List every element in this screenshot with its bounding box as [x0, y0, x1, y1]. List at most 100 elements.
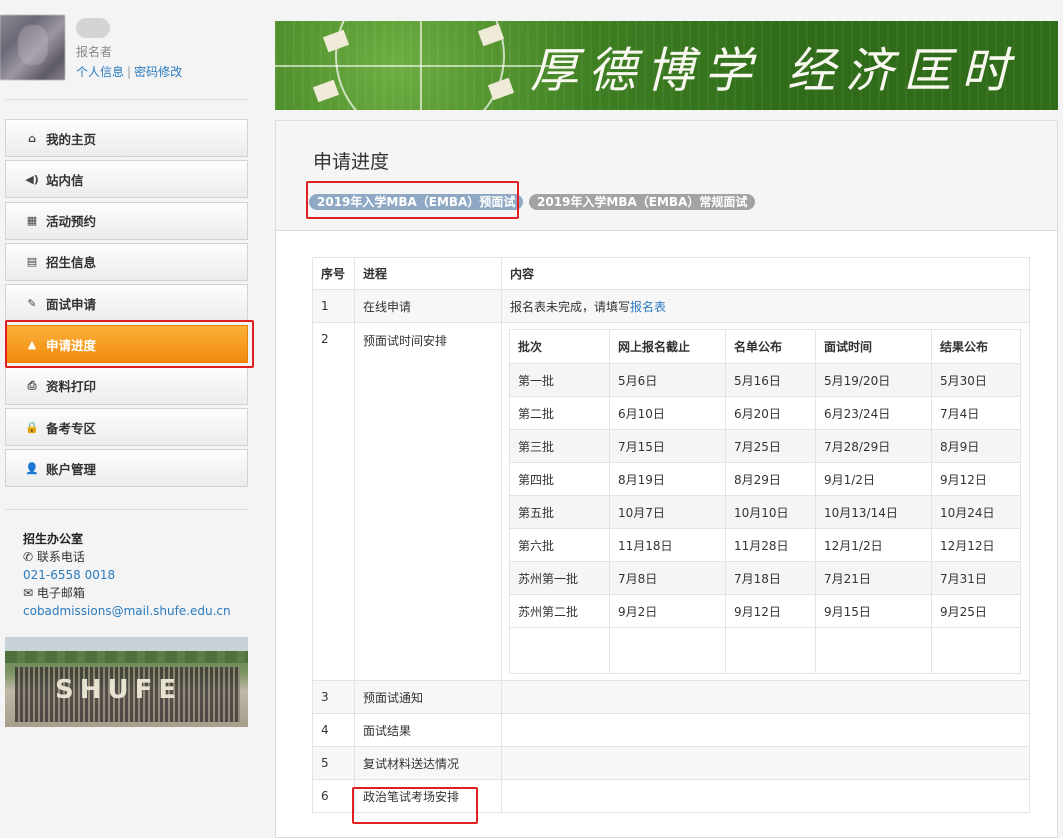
schedule-cell: 7月18日 [725, 561, 816, 595]
schedule-row: 第四批 8月19日 8月29日 9月1/2日 9月12日 [509, 462, 1021, 496]
row-no: 1 [312, 289, 355, 323]
personal-info-link[interactable]: 个人信息 [76, 65, 124, 79]
schedule-col-header: 名单公布 [725, 329, 816, 364]
sidebar-item-0[interactable]: ⌂ 我的主页 [5, 119, 248, 157]
sidebar-item-label: 活动预约 [46, 214, 97, 230]
sidebar-item-5[interactable]: ▲ 申请进度 [5, 325, 248, 364]
schedule-cell: 12月1/2日 [815, 528, 932, 562]
schedule-cell: 9月12日 [931, 462, 1021, 496]
schedule-cell: 第一批 [509, 363, 610, 397]
tab-regular-interview[interactable]: 2019年入学MBA（EMBA）常规面试 [529, 194, 756, 210]
schedule-cell: 6月10日 [609, 396, 726, 430]
row-no: 3 [312, 680, 355, 714]
schedule-cell: 8月29日 [725, 462, 816, 496]
user-profile: 报名者 个人信息 | 密码修改 [0, 15, 255, 85]
sidebar-item-4[interactable]: ✎ 面试申请 [5, 284, 248, 323]
row-content: 报名表未完成，请填写报名表 [501, 289, 1030, 323]
sidebar-item-1[interactable]: ◀) 站内信 [5, 160, 248, 199]
phone-link[interactable]: 021-6558 0018 [23, 568, 115, 582]
sidebar-item-6[interactable]: ⎙ 资料打印 [5, 366, 248, 405]
schedule-cell: 6月23/24日 [815, 396, 932, 430]
avatar[interactable] [0, 15, 65, 80]
schedule-cell: 5月30日 [931, 363, 1021, 397]
schedule-cell: 7月15日 [609, 429, 726, 463]
schedule-cell: 6月20日 [725, 396, 816, 430]
row-content [501, 680, 1030, 714]
home-icon: ⌂ [28, 131, 36, 145]
book-icon: ▤ [26, 255, 38, 269]
sidebar-item-label: 申请进度 [46, 337, 97, 353]
row-content [501, 746, 1030, 780]
username-blurred [76, 18, 110, 38]
schedule-cell: 7月8日 [609, 561, 726, 595]
sidebar-item-label: 面试申请 [46, 296, 97, 312]
row-no: 2 [312, 322, 355, 681]
schedule-cell: 10月24日 [931, 495, 1021, 529]
table-row: 5 复试材料送达情况 [312, 746, 1030, 780]
divider [5, 509, 248, 510]
banner-calligraphy: 厚德博学 经济匡时 [530, 43, 1020, 99]
schedule-col-header: 批次 [509, 329, 610, 364]
progress-table: 序号 进程 内容 1 在线申请 报名表未完成，请填写报名表 2 预面试时间安排 … [312, 257, 1030, 813]
change-password-link[interactable]: 密码修改 [134, 65, 182, 79]
profile-links: 个人信息 | 密码修改 [76, 63, 182, 80]
sidebar-item-8[interactable]: 👤 账户管理 [5, 449, 248, 488]
contact-info: 招生办公室 ✆ 联系电话 021-6558 0018 ✉ 电子邮箱 cobadm… [23, 530, 248, 620]
email-link[interactable]: cobadmissions@mail.shufe.edu.cn [23, 604, 231, 618]
sidebar-item-3[interactable]: ▤ 招生信息 [5, 242, 248, 281]
col-header-step: 进程 [354, 257, 502, 290]
schedule-row: 苏州第二批 9月2日 9月12日 9月15日 9月25日 [509, 594, 1021, 628]
campus-photo: SHUFE [5, 637, 248, 727]
schedule-row: 苏州第一批 7月8日 7月18日 7月21日 7月31日 [509, 561, 1021, 595]
schedule-col-header: 网上报名截止 [609, 329, 726, 364]
schedule-cell: 9月25日 [931, 594, 1021, 628]
row-step: 预面试通知 [354, 680, 502, 714]
sidebar-item-label: 招生信息 [46, 255, 97, 271]
schedule-cell: 第六批 [509, 528, 610, 562]
sidebar-item-7[interactable]: 🔒 备考专区 [5, 408, 248, 447]
link-separator: | [127, 65, 132, 79]
row-step: 预面试时间安排 [354, 322, 502, 681]
schedule-cell: 9月15日 [815, 594, 932, 628]
sidebar-menu: ⌂ 我的主页 ◀) 站内信 ▦ 活动预约 ▤ 招生信息 ✎ 面试申请 ▲ 申请进度 ⎙ 资料打印 🔒 备考专区… [5, 119, 248, 491]
schedule-cell: 苏州第二批 [509, 594, 610, 628]
application-form-link[interactable]: 报名表 [630, 300, 666, 314]
header-banner: 厚德博学 经济匡时 [275, 21, 1058, 110]
schedule-cell: 10月10日 [725, 495, 816, 529]
table-row: 4 面试结果 [312, 713, 1030, 747]
row-no: 5 [312, 746, 355, 780]
schedule-cell: 7月28/29日 [815, 429, 932, 463]
sidebar-item-label: 站内信 [46, 172, 84, 188]
schedule-cell: 5月16日 [725, 363, 816, 397]
schedule-cell: 第二批 [509, 396, 610, 430]
schedule-row: 第五批 10月7日 10月10日 10月13/14日 10月24日 [509, 495, 1021, 529]
schedule-cell: 12月12日 [931, 528, 1021, 562]
schedule-cell: 苏州第一批 [509, 561, 610, 595]
sidebar: 报名者 个人信息 | 密码修改 ⌂ 我的主页 ◀) 站内信 ▦ 活动预约 ▤ 招生信息 ✎ 面试申请 ▲… [0, 0, 255, 838]
edit-icon: ✎ [27, 296, 37, 310]
schedule-table: 批次 网上报名截止 名单公布 面试时间 结果公布 第一批 5月6日 5月16日 5月19/20… [509, 329, 1021, 674]
schedule-cell: 第四批 [509, 462, 610, 496]
sidebar-item-2[interactable]: ▦ 活动预约 [5, 201, 248, 240]
schedule-cell: 11月18日 [609, 528, 726, 562]
row-no: 6 [312, 779, 355, 813]
row-step: 政治笔试考场安排 [354, 779, 502, 813]
tab-pre-interview[interactable]: 2019年入学MBA（EMBA）预面试 [309, 194, 524, 210]
lock-icon: 🔒 [25, 420, 39, 434]
envelope-icon: ✉ [23, 586, 34, 600]
schedule-cell: 第三批 [509, 429, 610, 463]
schedule-cell: 8月9日 [931, 429, 1021, 463]
row-step: 复试材料送达情况 [354, 746, 502, 780]
sidebar-item-label: 账户管理 [46, 461, 97, 477]
row-content: 批次 网上报名截止 名单公布 面试时间 结果公布 第一批 5月6日 5月16日 5月19/20… [501, 322, 1030, 681]
divider [5, 99, 248, 100]
schedule-row: 第一批 5月6日 5月16日 5月19/20日 5月30日 [509, 363, 1021, 397]
schedule-cell: 10月7日 [609, 495, 726, 529]
row-step: 面试结果 [354, 713, 502, 747]
phone-icon: ✆ [23, 550, 34, 564]
schedule-col-header: 面试时间 [815, 329, 932, 364]
sidebar-item-label: 资料打印 [46, 379, 97, 395]
sidebar-item-label: 备考专区 [46, 420, 97, 436]
table-row: 1 在线申请 报名表未完成，请填写报名表 [312, 289, 1030, 323]
schedule-cell: 第五批 [509, 495, 610, 529]
